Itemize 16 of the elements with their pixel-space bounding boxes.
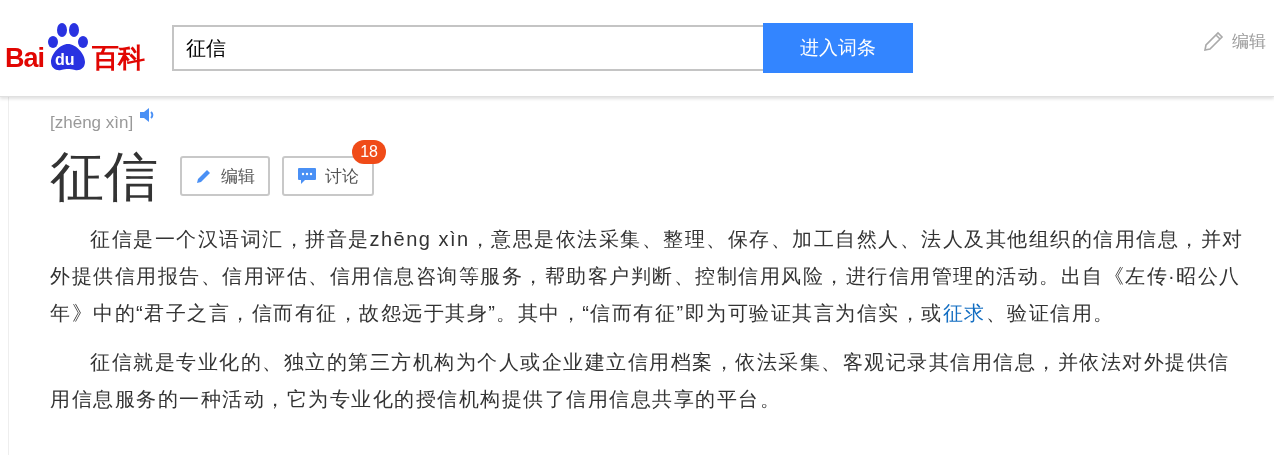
logo-text: du	[55, 51, 75, 69]
discuss-button[interactable]: 讨论	[282, 156, 374, 196]
search-button[interactable]: 进入词条	[763, 23, 913, 73]
text-link[interactable]: 征求	[942, 302, 986, 324]
count-badge: 18	[352, 140, 386, 164]
search-field[interactable]: 征信	[172, 25, 763, 71]
entry-title: 征信	[50, 145, 158, 208]
logo-text: Bai	[5, 44, 45, 72]
pencil-icon	[195, 167, 213, 185]
pencil-icon	[1202, 29, 1226, 53]
paragraph: 征信是一个汉语词汇，拼音是zhēng xìn，意思是依法采集、整理、保存、加工自然人、法人及其他组织的信用信息，并对外提供信用报告、信用评估、信用信息咨询等服务，帮助客户判断、控制信用风险，进行信用管理的活动。出自《左传·昭公八年》中的“君子之言，信而有征，故怨远于其身”。其中，“信而有征”即为可验证其言为信实，或征求、验证信用。	[50, 227, 1244, 326]
pinyin-text: [zhēng xìn]	[50, 113, 134, 133]
chat-icon	[297, 167, 317, 185]
paragraph: 征信就是专业化的、独立的第三方机构为个人或企业建立信用档案，依法采集、客观记录其信用信息，并依法对外提供信用信息服务的一种活动，它为专业化的授信机构提供了信用信息共享的平台。	[50, 350, 1231, 412]
logo-text: 百科	[92, 44, 145, 72]
edit-button[interactable]: 编辑	[180, 156, 270, 196]
